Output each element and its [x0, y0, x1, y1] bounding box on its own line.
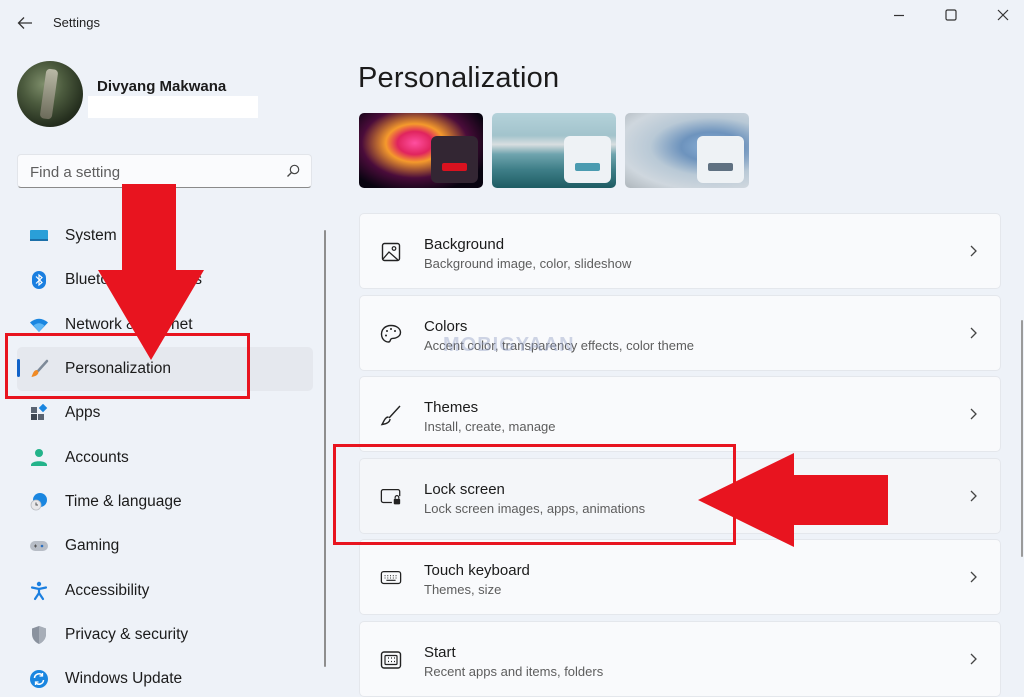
- time-language-icon: [29, 492, 49, 512]
- card-touch-keyboard[interactable]: Touch keyboard Themes, size: [359, 539, 1001, 616]
- theme-accent-bar: [575, 163, 600, 171]
- maximize-icon: [945, 9, 957, 21]
- start-icon: [380, 649, 402, 671]
- sidebar-item-accessibility[interactable]: Accessibility: [17, 568, 313, 612]
- theme-window-preview: [564, 136, 611, 183]
- theme-thumbnail[interactable]: [492, 113, 616, 188]
- brush-icon: [380, 404, 402, 426]
- annotation-arrow-down: [98, 184, 204, 360]
- card-start[interactable]: Start Recent apps and items, folders: [359, 620, 1001, 697]
- card-background[interactable]: Background Background image, color, slid…: [359, 213, 1001, 289]
- sidebar-item-label: Privacy & security: [65, 625, 189, 643]
- network-icon: [29, 315, 49, 335]
- sidebar-item-label: Time & language: [65, 492, 182, 510]
- sidebar-item-gaming[interactable]: Gaming: [17, 524, 313, 568]
- minimize-button[interactable]: [876, 4, 922, 26]
- accessibility-icon: [29, 581, 49, 601]
- theme-accent-bar: [708, 163, 733, 171]
- close-icon: [997, 9, 1009, 21]
- sidebar-scrollbar[interactable]: [324, 230, 326, 667]
- card-title: Start: [424, 643, 456, 661]
- back-arrow-icon: [17, 17, 32, 29]
- chevron-right-icon: [970, 327, 977, 339]
- accounts-icon: [29, 448, 49, 468]
- search-input[interactable]: Find a setting: [17, 154, 312, 188]
- search-icon[interactable]: [285, 163, 301, 179]
- sidebar-item-label: Windows Update: [65, 670, 183, 688]
- app-title: Settings: [53, 15, 100, 30]
- card-title: Background: [424, 236, 505, 253]
- minimize-icon: [894, 14, 904, 17]
- redacted-email: [88, 96, 258, 118]
- privacy-icon: [29, 625, 49, 645]
- card-subtitle: Background image, color, slideshow: [424, 256, 632, 271]
- card-subtitle: Recent apps and items, folders: [424, 663, 604, 679]
- chevron-right-icon: [970, 490, 977, 502]
- sidebar-item-time-language[interactable]: Time & language: [17, 480, 313, 524]
- image-icon: [380, 241, 402, 263]
- palette-icon: [380, 323, 402, 345]
- sidebar-item-label: Accessibility: [65, 581, 150, 599]
- back-button[interactable]: [14, 12, 36, 34]
- sidebar-item-privacy-security[interactable]: Privacy & security: [17, 613, 313, 657]
- user-name: Divyang Makwana: [97, 78, 227, 95]
- theme-thumbnail[interactable]: [359, 113, 483, 188]
- theme-window-preview: [431, 136, 478, 183]
- chevron-right-icon: [970, 408, 977, 420]
- watermark: MOBIGYAAN: [443, 334, 575, 356]
- card-subtitle: Themes, size: [424, 582, 502, 598]
- close-button[interactable]: [980, 4, 1024, 26]
- page-title: Personalization: [358, 62, 560, 94]
- card-title: Touch keyboard: [424, 562, 530, 580]
- card-colors[interactable]: Colors Accent color, transparency effect…: [359, 294, 1001, 371]
- apps-icon: [29, 403, 49, 423]
- sidebar-item-label: Accounts: [65, 448, 129, 466]
- theme-previews: [359, 113, 749, 188]
- gaming-icon: [29, 536, 49, 556]
- chevron-right-icon: [970, 653, 977, 665]
- windows-update-icon: [29, 669, 49, 689]
- sidebar-item-label: Apps: [65, 404, 101, 422]
- theme-window-preview: [697, 136, 744, 183]
- search-placeholder: Find a setting: [30, 164, 121, 181]
- card-subtitle: Install, create, manage: [424, 419, 556, 435]
- card-title: Colors: [424, 317, 468, 335]
- annotation-highlight-lock-screen: [333, 444, 736, 545]
- chevron-right-icon: [970, 245, 977, 257]
- chevron-right-icon: [970, 571, 977, 583]
- avatar[interactable]: [17, 61, 83, 127]
- sidebar-item-accounts[interactable]: Accounts: [17, 435, 313, 479]
- system-icon: [29, 226, 49, 246]
- annotation-arrow-left: [698, 453, 888, 547]
- sidebar-item-label: Gaming: [65, 537, 120, 555]
- keyboard-icon: [380, 567, 402, 589]
- bluetooth-icon: [29, 270, 49, 290]
- maximize-button[interactable]: [928, 4, 974, 26]
- theme-accent-bar: [442, 163, 467, 171]
- theme-thumbnail[interactable]: [625, 113, 749, 188]
- main-scrollbar[interactable]: [1021, 320, 1023, 557]
- sidebar-item-windows-update[interactable]: Windows Update: [17, 657, 313, 697]
- card-title: Themes: [424, 399, 479, 417]
- title-bar: Settings: [0, 0, 1024, 46]
- card-themes[interactable]: Themes Install, create, manage: [359, 376, 1001, 453]
